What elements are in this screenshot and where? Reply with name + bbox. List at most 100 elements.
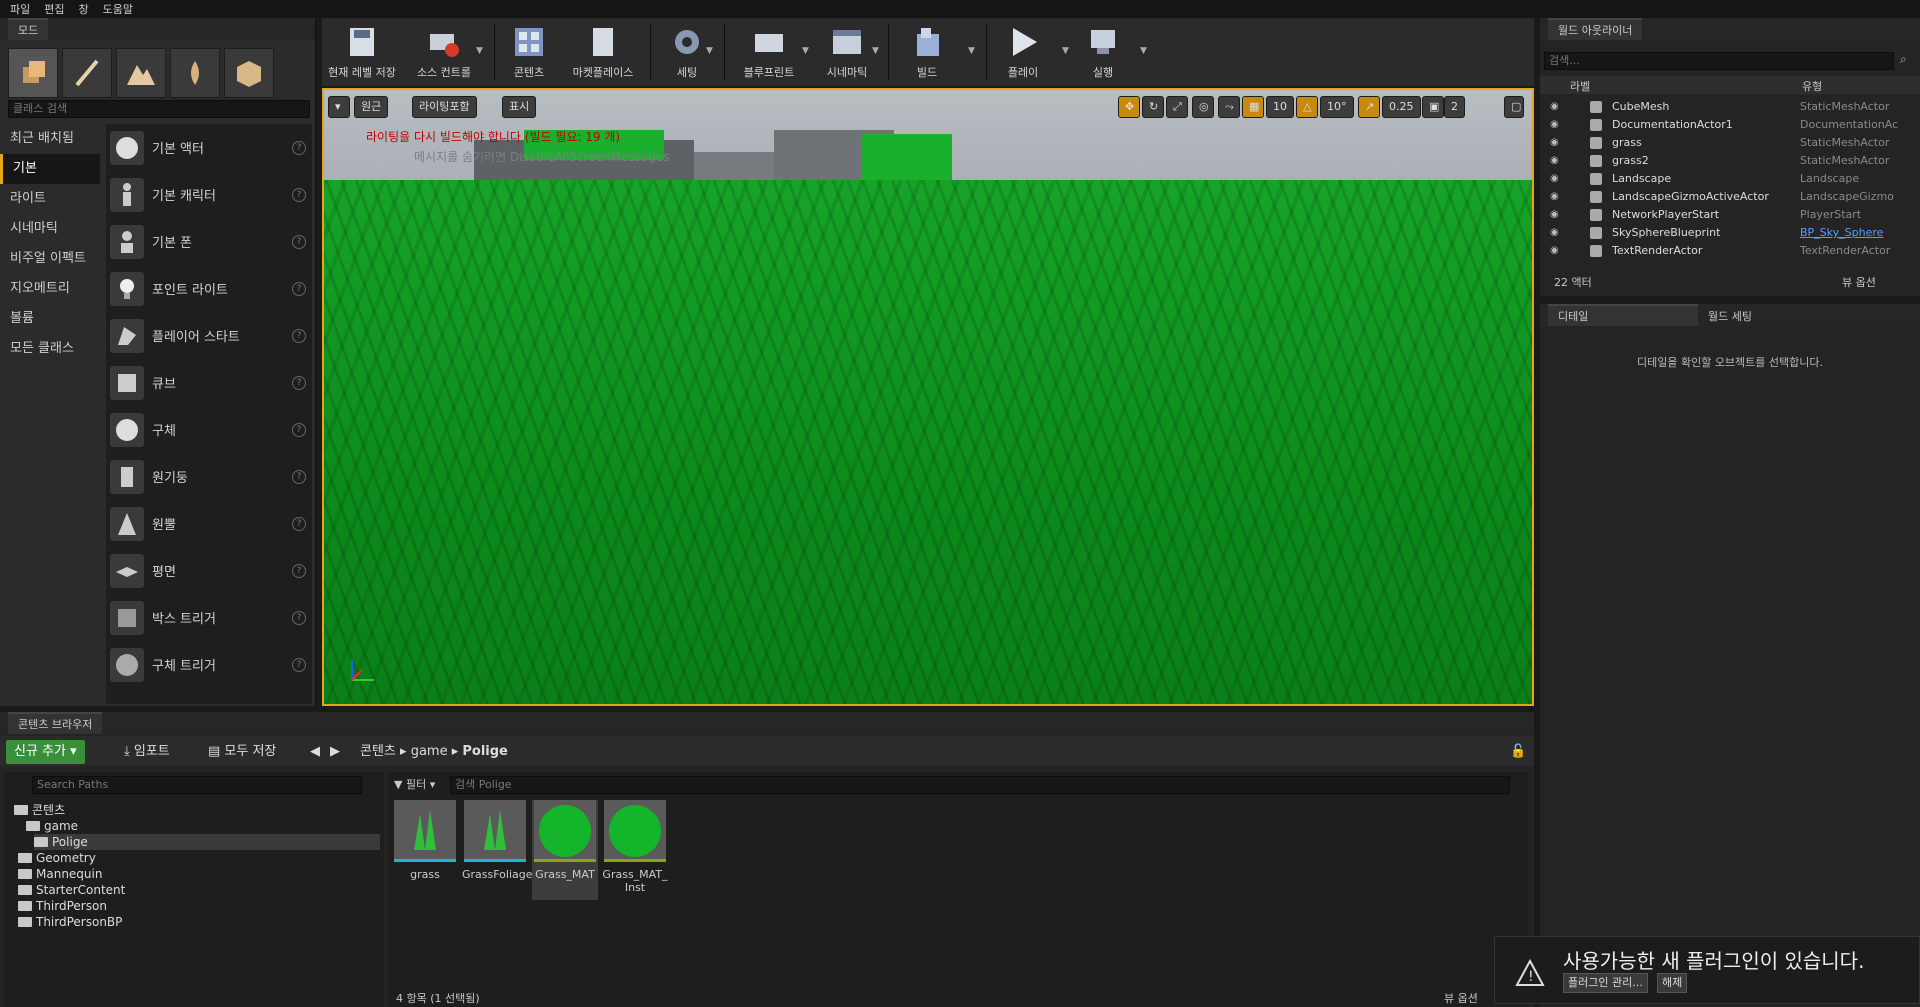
tab-world-outliner[interactable]: 월드 아웃라이너 xyxy=(1548,18,1643,40)
camera-speed-icon[interactable]: ▣ xyxy=(1422,96,1444,118)
help-icon[interactable]: ? xyxy=(292,140,306,155)
list-item[interactable]: 평면? xyxy=(106,547,312,594)
chevron-down-icon[interactable]: ▼ xyxy=(802,46,809,56)
foliage-mode-icon[interactable] xyxy=(170,48,220,98)
breadcrumb-polige[interactable]: Polige xyxy=(462,744,508,759)
world-space-icon[interactable]: ◎ xyxy=(1192,96,1214,118)
play-button[interactable]: 플레이 xyxy=(992,22,1054,84)
asset-search-input[interactable]: 검색 Polige xyxy=(450,776,1510,794)
eye-icon[interactable]: ◉ xyxy=(1550,152,1559,170)
help-icon[interactable]: ? xyxy=(292,610,306,625)
place-mode-icon[interactable] xyxy=(8,48,58,98)
list-item[interactable]: 큐브? xyxy=(106,359,312,406)
asset-tile[interactable]: grass xyxy=(392,800,458,881)
table-row[interactable]: ◉ grass StaticMeshActor xyxy=(1540,134,1906,152)
add-new-button[interactable]: 신규 추가 ▾ xyxy=(6,740,85,764)
category-geometry[interactable]: 지오메트리 xyxy=(0,274,100,304)
level-viewport[interactable]: ▾ 원근 라이팅포함 표시 라이팅을 다시 빌드해야 합니다 (빌드 필요: 1… xyxy=(322,88,1534,706)
asset-tile-selected[interactable]: Grass_MAT xyxy=(532,800,598,900)
help-icon[interactable]: ? xyxy=(292,187,306,202)
class-search-input[interactable]: 클래스 검색 xyxy=(8,100,310,118)
table-row[interactable]: ◉ DocumentationActor1 DocumentationAc xyxy=(1540,116,1906,134)
help-icon[interactable]: ? xyxy=(292,328,306,343)
viewport-options-dropdown[interactable]: ▾ xyxy=(328,96,350,118)
menu-help[interactable]: 도움말 xyxy=(103,1,133,17)
forward-arrow-icon[interactable]: ▶ xyxy=(330,740,340,764)
category-cinematic[interactable]: 시네마틱 xyxy=(0,214,100,244)
tab-details[interactable]: 디테일 xyxy=(1548,304,1698,326)
table-row[interactable]: ◉ grass2 StaticMeshActor xyxy=(1540,152,1906,170)
list-item[interactable]: 구체 트리거? xyxy=(106,641,312,688)
list-item[interactable]: 포인트 라이트? xyxy=(106,265,312,312)
camera-speed-value[interactable]: 2 xyxy=(1444,96,1465,118)
eye-icon[interactable]: ◉ xyxy=(1550,170,1559,188)
breadcrumb-content[interactable]: 콘텐츠 xyxy=(360,744,396,759)
chevron-down-icon[interactable]: ▼ xyxy=(968,46,975,56)
tree-item[interactable]: ThirdPersonBP xyxy=(18,914,122,930)
table-row[interactable]: ◉ TextRenderActor TextRenderActor xyxy=(1540,242,1906,260)
menu-window[interactable]: 창 xyxy=(79,1,89,17)
list-item[interactable]: 원뿔? xyxy=(106,500,312,547)
outliner-view-options[interactable]: 뷰 옵션 xyxy=(1842,274,1876,290)
lighting-mode-button[interactable]: 라이팅포함 xyxy=(412,96,477,118)
show-button[interactable]: 표시 xyxy=(502,96,537,118)
outliner-search-input[interactable]: 검색... xyxy=(1544,52,1894,70)
dismiss-button[interactable]: 해제 xyxy=(1657,973,1688,993)
menu-edit[interactable]: 편집 xyxy=(44,1,64,17)
save-level-button[interactable]: 현재 레벨 저장 xyxy=(326,22,398,84)
chevron-down-icon[interactable]: ▼ xyxy=(872,46,879,56)
surface-snap-icon[interactable]: ⤳ xyxy=(1218,96,1240,118)
list-item[interactable]: 기본 폰? xyxy=(106,218,312,265)
table-row[interactable]: ◉ Landscape Landscape xyxy=(1540,170,1906,188)
path-search-input[interactable]: Search Paths xyxy=(32,776,362,794)
tree-item[interactable]: StarterContent xyxy=(18,882,125,898)
asset-view-options[interactable]: 뷰 옵션 xyxy=(1444,990,1478,1006)
eye-icon[interactable]: ◉ xyxy=(1550,242,1559,260)
breadcrumb-game[interactable]: game xyxy=(411,744,448,759)
asset-tile[interactable]: Grass_MAT_ Inst xyxy=(602,800,668,894)
paint-mode-icon[interactable] xyxy=(62,48,112,98)
list-item[interactable]: 기본 액터? xyxy=(106,124,312,171)
save-all-button[interactable]: ▤ 모두 저장 xyxy=(208,740,276,764)
help-icon[interactable]: ? xyxy=(292,281,306,296)
menu-file[interactable]: 파일 xyxy=(10,1,30,17)
asset-tile[interactable]: GrassFoliage xyxy=(462,800,533,881)
tab-modes[interactable]: 모드 xyxy=(8,18,49,40)
eye-icon[interactable]: ◉ xyxy=(1550,188,1559,206)
scale-snap-value[interactable]: 0.25 xyxy=(1382,96,1421,118)
lock-icon[interactable]: 🔓 xyxy=(1510,740,1526,764)
help-icon[interactable]: ? xyxy=(292,516,306,531)
list-item[interactable]: 플레이어 스타트? xyxy=(106,312,312,359)
chevron-down-icon[interactable]: ▼ xyxy=(706,46,713,56)
eye-icon[interactable]: ◉ xyxy=(1550,206,1559,224)
grid-snap-icon[interactable]: ▦ xyxy=(1242,96,1264,118)
scale-snap-icon[interactable]: ↗ xyxy=(1358,96,1380,118)
tree-item[interactable]: Mannequin xyxy=(18,866,102,882)
build-button[interactable]: 빌드 xyxy=(896,22,958,84)
rotate-icon[interactable]: ↻ xyxy=(1142,96,1164,118)
tree-item-selected[interactable]: Polige xyxy=(34,834,380,850)
help-icon[interactable]: ? xyxy=(292,422,306,437)
content-button[interactable]: 콘텐츠 xyxy=(498,22,560,84)
chevron-down-icon[interactable]: ▼ xyxy=(1140,46,1147,56)
help-icon[interactable]: ? xyxy=(292,469,306,484)
category-all-classes[interactable]: 모든 클래스 xyxy=(0,334,100,364)
launch-button[interactable]: 실행 xyxy=(1072,22,1134,84)
back-arrow-icon[interactable]: ◀ xyxy=(310,740,320,764)
list-item[interactable]: 박스 트리거? xyxy=(106,594,312,641)
category-volumes[interactable]: 볼륨 xyxy=(0,304,100,334)
column-type[interactable]: 유형 xyxy=(1802,78,1822,94)
table-row[interactable]: ◉ CubeMesh StaticMeshActor xyxy=(1540,98,1906,116)
rotation-snap-icon[interactable]: △ xyxy=(1296,96,1318,118)
eye-icon[interactable]: ◉ xyxy=(1550,134,1559,152)
chevron-down-icon[interactable]: ▼ xyxy=(476,46,483,56)
cinematics-button[interactable]: 시네마틱 xyxy=(816,22,878,84)
chevron-down-icon[interactable]: ▼ xyxy=(1062,46,1069,56)
help-icon[interactable]: ? xyxy=(292,375,306,390)
list-item[interactable]: 기본 캐릭터? xyxy=(106,171,312,218)
perspective-button[interactable]: 원근 xyxy=(354,96,389,118)
list-item[interactable]: 원기둥? xyxy=(106,453,312,500)
row-type-link[interactable]: BP_Sky_Sphere xyxy=(1800,224,1900,242)
column-label[interactable]: 라벨 xyxy=(1570,78,1590,94)
tree-item[interactable]: game xyxy=(26,818,78,834)
